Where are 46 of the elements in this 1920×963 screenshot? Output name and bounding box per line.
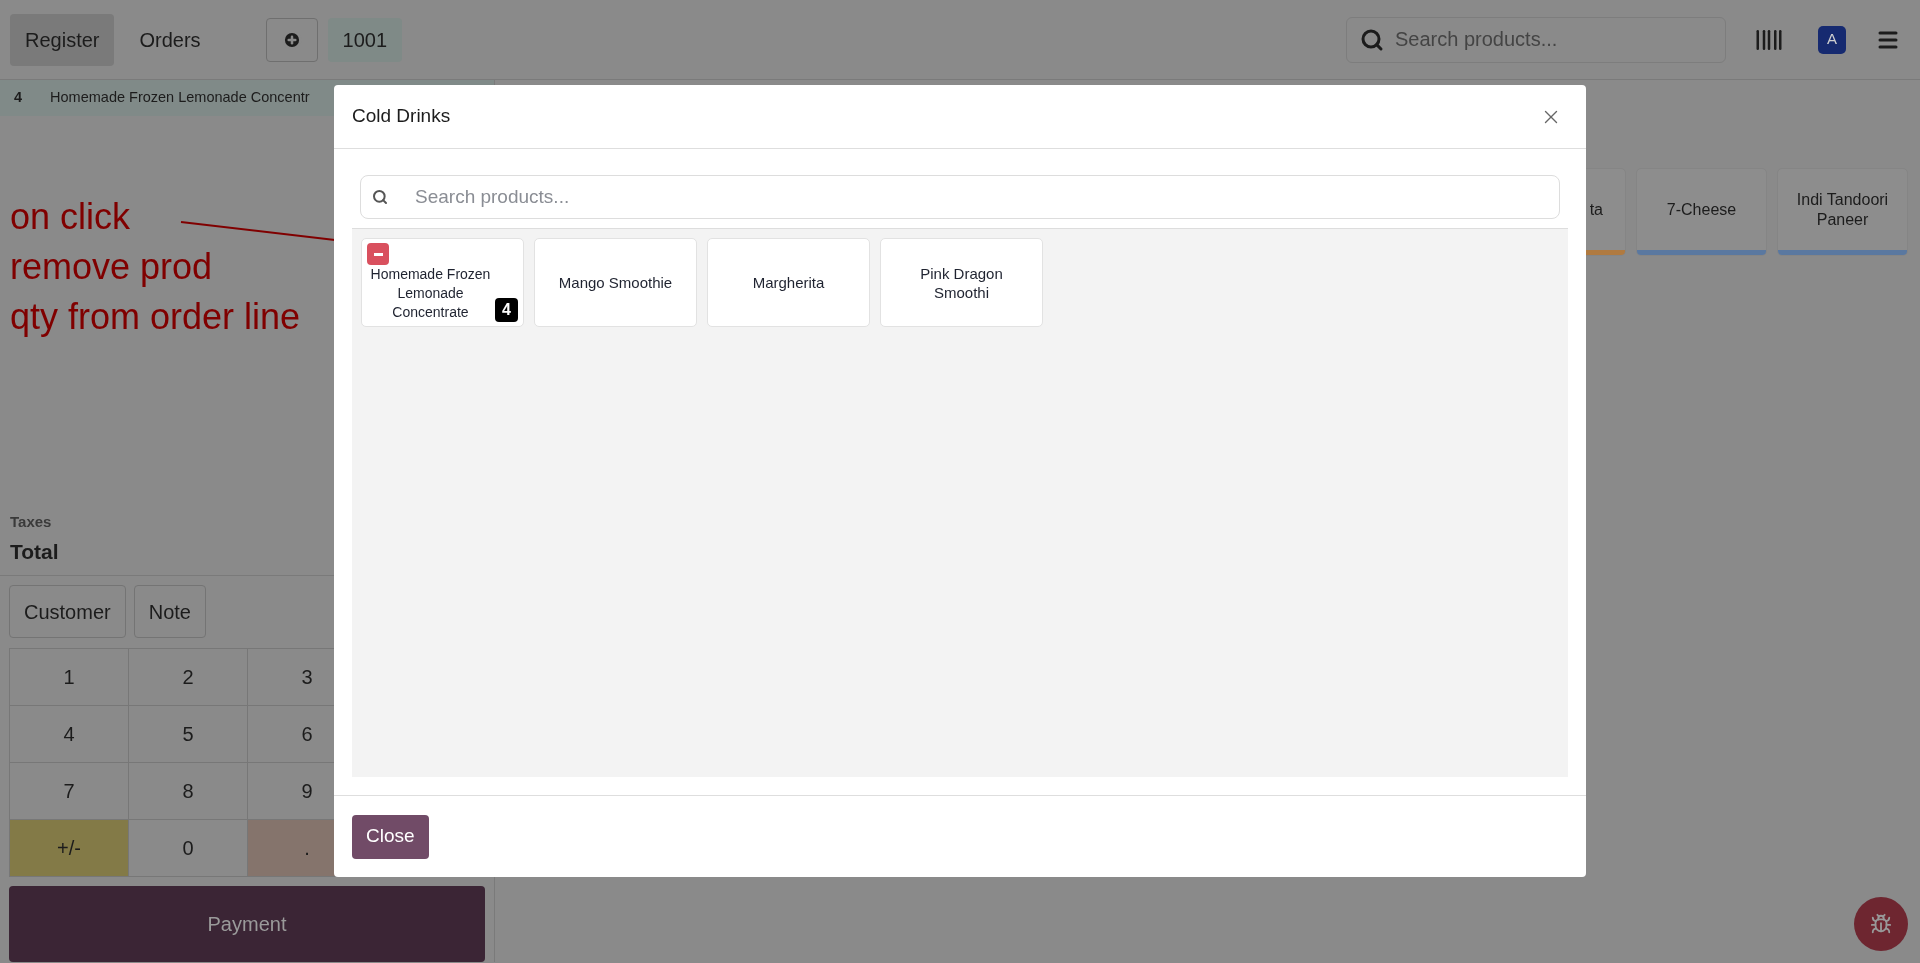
product-tile[interactable]: 7-Cheese xyxy=(1636,168,1767,256)
remove-quantity-button[interactable] xyxy=(367,243,389,265)
product-card-name: Homemade Frozen Lemonade Concentrate xyxy=(369,265,492,322)
search-icon xyxy=(372,189,388,205)
payment-button[interactable]: Payment xyxy=(9,886,485,962)
nav-tab[interactable]: Orders xyxy=(124,13,216,66)
new-order-button[interactable] xyxy=(265,17,318,62)
action-button[interactable]: Customer xyxy=(9,585,126,638)
product-card-name: Margherita xyxy=(752,273,825,292)
numpad-key[interactable]: 1 xyxy=(10,649,129,706)
numpad-key[interactable]: +/- xyxy=(10,820,129,877)
search-field[interactable]: Search products... xyxy=(1346,16,1726,63)
action-button[interactable]: Note xyxy=(133,585,206,638)
numpad-key[interactable]: 0 xyxy=(129,820,248,877)
product-tile-name: ta xyxy=(1589,199,1603,220)
product-tile-name: 7-Cheese xyxy=(1666,199,1737,220)
quantity-badge: 4 xyxy=(495,298,518,322)
product-card-name: Pink Dragon Smoothi xyxy=(919,263,1004,302)
search-icon xyxy=(1360,27,1384,52)
product-card[interactable]: Homemade Frozen Lemonade Concentrate 4 xyxy=(361,238,524,327)
order-line-qty: 4 xyxy=(14,88,23,108)
product-card[interactable]: Margherita xyxy=(707,238,870,327)
user-avatar[interactable]: A xyxy=(1818,25,1846,54)
annotation-text: qty from order line xyxy=(10,295,301,339)
taxes-label: Taxes xyxy=(10,512,53,532)
annotation-text: on click xyxy=(10,195,131,239)
product-tile[interactable]: Indi Tandoori Paneer xyxy=(1777,168,1908,256)
order-number-tab[interactable]: 1001 xyxy=(327,17,403,62)
product-card[interactable]: Pink Dragon Smoothi xyxy=(880,238,1043,327)
order-line-name: Homemade Frozen Lemonade Concentr xyxy=(50,88,310,108)
minus-icon xyxy=(373,252,383,256)
nav-tab[interactable]: Register xyxy=(10,13,115,66)
product-tile-name: Indi Tandoori Paneer xyxy=(1795,189,1890,230)
product-card-name: Mango Smoothie xyxy=(558,273,673,292)
numpad-key[interactable]: 2 xyxy=(129,649,248,706)
annotation-text: remove prod xyxy=(10,245,213,289)
total-label: Total xyxy=(10,538,60,565)
debug-button[interactable] xyxy=(1854,897,1908,951)
numpad-key[interactable]: 7 xyxy=(10,763,129,820)
product-card[interactable]: Mango Smoothie xyxy=(534,238,697,327)
close-button[interactable]: Close xyxy=(352,814,429,859)
bug-icon xyxy=(1870,913,1892,935)
numpad-key[interactable]: 5 xyxy=(129,706,248,763)
dialog-search-field[interactable]: Search products... xyxy=(360,175,1560,219)
numpad-key[interactable]: 4 xyxy=(10,706,129,763)
numpad-key[interactable]: 8 xyxy=(129,763,248,820)
